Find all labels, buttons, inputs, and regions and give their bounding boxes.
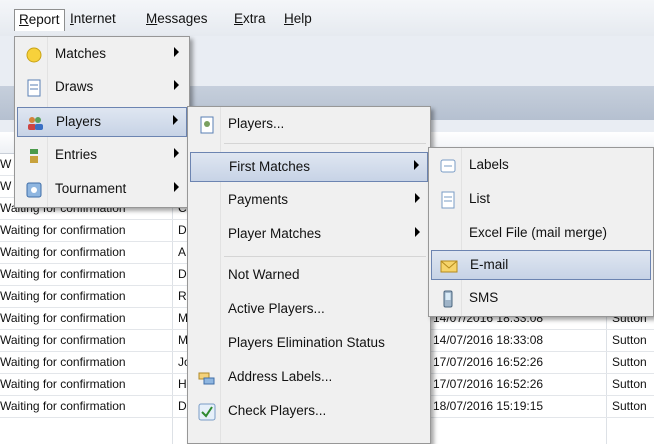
matches-icon xyxy=(26,47,42,63)
report-menu-item-draws[interactable]: Draws xyxy=(17,73,187,103)
report-menu: Matches Draws Players Entries Tournament xyxy=(14,36,190,208)
players-menu-item-players[interactable]: Players... xyxy=(190,110,428,140)
table-cell: Waiting for confirmation xyxy=(0,223,126,237)
table-cell: Waiting for confirmation xyxy=(0,289,126,303)
report-menu-item-players[interactable]: Players xyxy=(17,107,187,137)
table-cell: Waiting for confirmation xyxy=(0,245,126,259)
table-cell: Waiting for confirmation xyxy=(0,311,126,325)
submenu-arrow-icon xyxy=(174,182,179,192)
menu-internet[interactable]: Internet xyxy=(66,9,120,31)
table-cell: Waiting for confirmation xyxy=(0,355,126,369)
menu-help[interactable]: Help xyxy=(280,9,316,31)
check-icon xyxy=(198,403,216,421)
table-cell: Waiting for confirmation xyxy=(0,399,126,413)
table-cell: Waiting for confirmation xyxy=(0,267,126,281)
email-icon xyxy=(440,260,458,273)
table-cell: Sutton xyxy=(612,399,647,413)
table-cell: Waiting for confirmation xyxy=(0,333,126,347)
table-cell: Waiting for confirmation xyxy=(0,377,126,391)
first-matches-item-excel[interactable]: Excel File (mail merge) xyxy=(431,219,651,249)
players-report-icon xyxy=(200,116,214,134)
players-menu-item-payments[interactable]: Payments xyxy=(190,186,428,216)
labels-icon xyxy=(440,159,456,173)
submenu-arrow-icon xyxy=(174,80,179,90)
submenu-arrow-icon xyxy=(174,47,179,57)
draws-icon xyxy=(27,79,41,97)
players-menu-item-player-matches[interactable]: Player Matches xyxy=(190,220,428,250)
first-matches-item-list[interactable]: List xyxy=(431,185,651,215)
table-cell: 17/07/2016 16:52:26 xyxy=(433,377,544,391)
entries-icon xyxy=(30,149,38,163)
submenu-arrow-icon xyxy=(415,193,420,203)
players-menu-item-not-warned[interactable]: Not Warned xyxy=(190,261,428,291)
menu-extra[interactable]: Extra xyxy=(230,9,270,31)
first-matches-item-labels[interactable]: Labels xyxy=(431,151,651,181)
submenu-arrow-icon xyxy=(174,148,179,158)
menu-messages[interactable]: Messages xyxy=(142,9,212,31)
tournament-icon xyxy=(26,182,42,198)
first-matches-item-email[interactable]: E-mail xyxy=(431,250,651,280)
table-cell: 17/07/2016 16:52:26 xyxy=(433,355,544,369)
players-icon xyxy=(28,117,43,130)
first-matches-item-sms[interactable]: SMS xyxy=(431,284,651,314)
players-menu-item-check-players[interactable]: Check Players... xyxy=(190,397,428,427)
menu-bar: Report Internet Messages Extra Help xyxy=(0,0,654,36)
players-menu-item-elimination-status[interactable]: Players Elimination Status xyxy=(190,329,428,359)
report-menu-item-tournament[interactable]: Tournament xyxy=(17,175,187,205)
submenu-arrow-icon xyxy=(173,115,178,125)
submenu-arrow-icon xyxy=(414,160,419,170)
first-matches-submenu: Labels List Excel File (mail merge) E-ma… xyxy=(428,147,654,317)
report-menu-item-entries[interactable]: Entries xyxy=(17,141,187,171)
players-menu-item-first-matches[interactable]: First Matches xyxy=(190,152,428,182)
players-menu-item-address-labels[interactable]: Address Labels... xyxy=(190,363,428,393)
report-menu-item-matches[interactable]: Matches xyxy=(17,40,187,70)
submenu-arrow-icon xyxy=(415,227,420,237)
players-submenu: Players... First Matches Payments Player… xyxy=(187,106,431,444)
table-cell: Sutton xyxy=(612,333,647,347)
table-cell: Sutton xyxy=(612,355,647,369)
address-labels-icon xyxy=(198,372,215,385)
table-cell: 14/07/2016 18:33:08 xyxy=(433,333,544,347)
list-icon xyxy=(441,191,455,209)
players-menu-item-active-players[interactable]: Active Players... xyxy=(190,295,428,325)
table-cell: Sutton xyxy=(612,377,647,391)
mobile-phone-icon xyxy=(443,290,453,308)
table-cell: 18/07/2016 15:19:15 xyxy=(433,399,544,413)
menu-report[interactable]: Report xyxy=(14,9,65,31)
